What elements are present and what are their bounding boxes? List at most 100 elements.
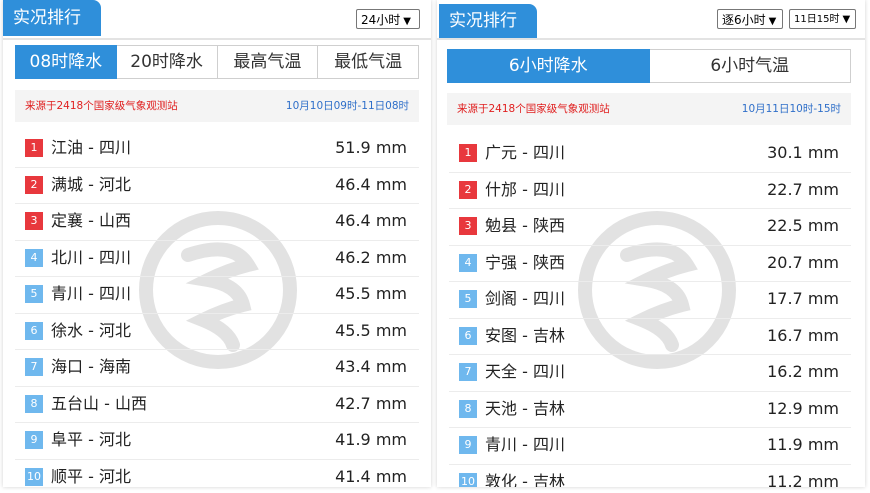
period-select[interactable]: 24小时 ▼: [356, 9, 420, 29]
rank-badge: 7: [459, 363, 477, 381]
ranking-panel-left: 实况排行 24小时 ▼ 08时降水 20时降水 最高气温 最低气温 来源于2418…: [3, 0, 431, 487]
chevron-down-icon: ▼: [842, 14, 851, 25]
station-name: 宁强 - 陕西: [485, 252, 565, 272]
list-item[interactable]: 4 宁强 - 陕西 20.7 mm: [449, 246, 851, 282]
tab-20h-precip[interactable]: 20时降水: [116, 45, 218, 79]
station-name: 广元 - 四川: [485, 143, 565, 162]
ranking-list: 1 广元 - 四川 30.1 mm 2 什邡 - 四川 22.7 mm 3 勉县 - 陕西…: [449, 136, 851, 487]
station-value: 46.2 mm: [335, 247, 407, 267]
list-item[interactable]: 8 天池 - 吉林 12.9 mm: [449, 392, 851, 428]
station-name: 青川 - 四川: [51, 284, 131, 303]
tab-6h-precip[interactable]: 6小时降水: [447, 49, 650, 83]
tab-bar: 08时降水 20时降水 最高气温 最低气温: [15, 45, 419, 79]
list-item[interactable]: 3 勉县 - 陕西 22.5 mm: [449, 209, 851, 246]
time-select[interactable]: 11日15时 ▼: [789, 9, 856, 29]
rank-badge: 2: [459, 180, 477, 199]
rank-badge: 3: [459, 217, 477, 235]
rank-badge: 1: [25, 139, 43, 157]
ranking-list: 1 江油 - 四川 51.9 mm 2 满城 - 河北 46.4 mm 3 定襄 - 山西…: [15, 131, 419, 487]
station-value: 45.5 mm: [335, 320, 407, 340]
station-name: 勉县 - 陕西: [485, 216, 565, 235]
list-item[interactable]: 1 广元 - 四川 30.1 mm: [449, 136, 851, 173]
panel-title: 实况排行: [439, 4, 537, 38]
list-item[interactable]: 2 什邡 - 四川 22.7 mm: [449, 173, 851, 209]
list-item[interactable]: 2 满城 - 河北 46.4 mm: [15, 168, 419, 204]
time-range: 10月10日09时-11日08时: [285, 100, 409, 112]
tab-max-temp[interactable]: 最高气温: [217, 45, 319, 79]
rank-badge: 9: [459, 436, 477, 454]
list-item[interactable]: 7 海口 - 海南 43.4 mm: [15, 350, 419, 387]
station-name: 天池 - 吉林: [485, 398, 565, 418]
rank-badge: 6: [25, 321, 43, 340]
station-name: 江油 - 四川: [51, 138, 131, 157]
station-name: 安图 - 吉林: [485, 325, 565, 345]
source-text: 来源于2418个国家级气象观测站: [25, 100, 178, 112]
list-item[interactable]: 3 定襄 - 山西 46.4 mm: [15, 204, 419, 241]
station-name: 定襄 - 山西: [51, 211, 131, 230]
station-value: 41.4 mm: [335, 466, 407, 486]
station-name: 什邡 - 四川: [485, 179, 565, 199]
station-value: 41.9 mm: [335, 430, 407, 449]
rank-badge: 4: [459, 253, 477, 272]
interval-select-value: 逐6小时: [722, 13, 766, 27]
station-name: 剑阁 - 四川: [485, 289, 565, 308]
list-item[interactable]: 10 顺平 - 河北 41.4 mm: [15, 460, 419, 488]
station-value: 16.7 mm: [767, 325, 839, 345]
list-item[interactable]: 6 安图 - 吉林 16.7 mm: [449, 319, 851, 355]
interval-select[interactable]: 逐6小时 ▼: [717, 9, 783, 29]
panel-title: 实况排行: [3, 0, 101, 36]
station-value: 45.5 mm: [335, 284, 407, 303]
station-value: 46.4 mm: [335, 211, 407, 230]
station-value: 11.2 mm: [767, 471, 839, 488]
list-item[interactable]: 1 江油 - 四川 51.9 mm: [15, 131, 419, 168]
station-value: 30.1 mm: [767, 143, 839, 162]
station-value: 42.7 mm: [335, 393, 407, 413]
ranking-panel-right: 实况排行 逐6小时 ▼ 11日15时 ▼ 6小时降水 6小时气温 来源于2418个国…: [437, 0, 865, 487]
time-range: 10月11日10时-15时: [741, 103, 841, 115]
station-name: 顺平 - 河北: [51, 466, 131, 486]
rank-badge: 5: [459, 290, 477, 308]
station-name: 五台山 - 山西: [51, 393, 147, 413]
station-name: 敦化 - 吉林: [485, 471, 565, 488]
time-select-value: 11日15时: [794, 14, 840, 25]
station-value: 43.4 mm: [335, 357, 407, 376]
station-name: 海口 - 海南: [51, 357, 131, 376]
rank-badge: 7: [25, 358, 43, 376]
list-item[interactable]: 10 敦化 - 吉林 11.2 mm: [449, 465, 851, 488]
station-name: 青川 - 四川: [485, 435, 565, 454]
tab-08h-precip[interactable]: 08时降水: [15, 45, 117, 79]
tab-min-temp[interactable]: 最低气温: [318, 45, 419, 79]
station-value: 20.7 mm: [767, 252, 839, 272]
station-value: 51.9 mm: [335, 138, 407, 157]
station-name: 北川 - 四川: [51, 247, 131, 267]
list-item[interactable]: 4 北川 - 四川 46.2 mm: [15, 241, 419, 277]
chevron-down-icon: ▼: [768, 16, 777, 27]
source-bar: 来源于2418个国家级气象观测站 10月11日10时-15时: [447, 93, 851, 125]
tab-bar: 6小时降水 6小时气温: [447, 49, 851, 83]
rank-badge: 4: [25, 248, 43, 267]
list-item[interactable]: 7 天全 - 四川 16.2 mm: [449, 355, 851, 392]
station-value: 17.7 mm: [767, 289, 839, 308]
source-bar: 来源于2418个国家级气象观测站 10月10日09时-11日08时: [15, 90, 419, 122]
list-item[interactable]: 9 青川 - 四川 11.9 mm: [449, 428, 851, 465]
rank-badge: 9: [25, 431, 43, 449]
station-name: 阜平 - 河北: [51, 430, 131, 449]
station-value: 22.5 mm: [767, 216, 839, 235]
station-name: 满城 - 河北: [51, 174, 131, 194]
station-value: 22.7 mm: [767, 179, 839, 199]
rank-badge: 10: [459, 472, 477, 487]
station-name: 天全 - 四川: [485, 362, 565, 381]
rank-badge: 3: [25, 212, 43, 230]
rank-badge: 5: [25, 285, 43, 303]
list-item[interactable]: 5 青川 - 四川 45.5 mm: [15, 277, 419, 314]
list-item[interactable]: 8 五台山 - 山西 42.7 mm: [15, 387, 419, 423]
station-value: 46.4 mm: [335, 174, 407, 194]
list-item[interactable]: 6 徐水 - 河北 45.5 mm: [15, 314, 419, 350]
period-select-value: 24小时: [361, 13, 401, 27]
list-item[interactable]: 9 阜平 - 河北 41.9 mm: [15, 423, 419, 460]
list-item[interactable]: 5 剑阁 - 四川 17.7 mm: [449, 282, 851, 319]
rank-badge: 10: [25, 467, 43, 486]
panel-header: 实况排行 24小时 ▼: [3, 0, 431, 40]
tab-6h-temp[interactable]: 6小时气温: [649, 49, 851, 83]
rank-badge: 8: [25, 394, 43, 413]
